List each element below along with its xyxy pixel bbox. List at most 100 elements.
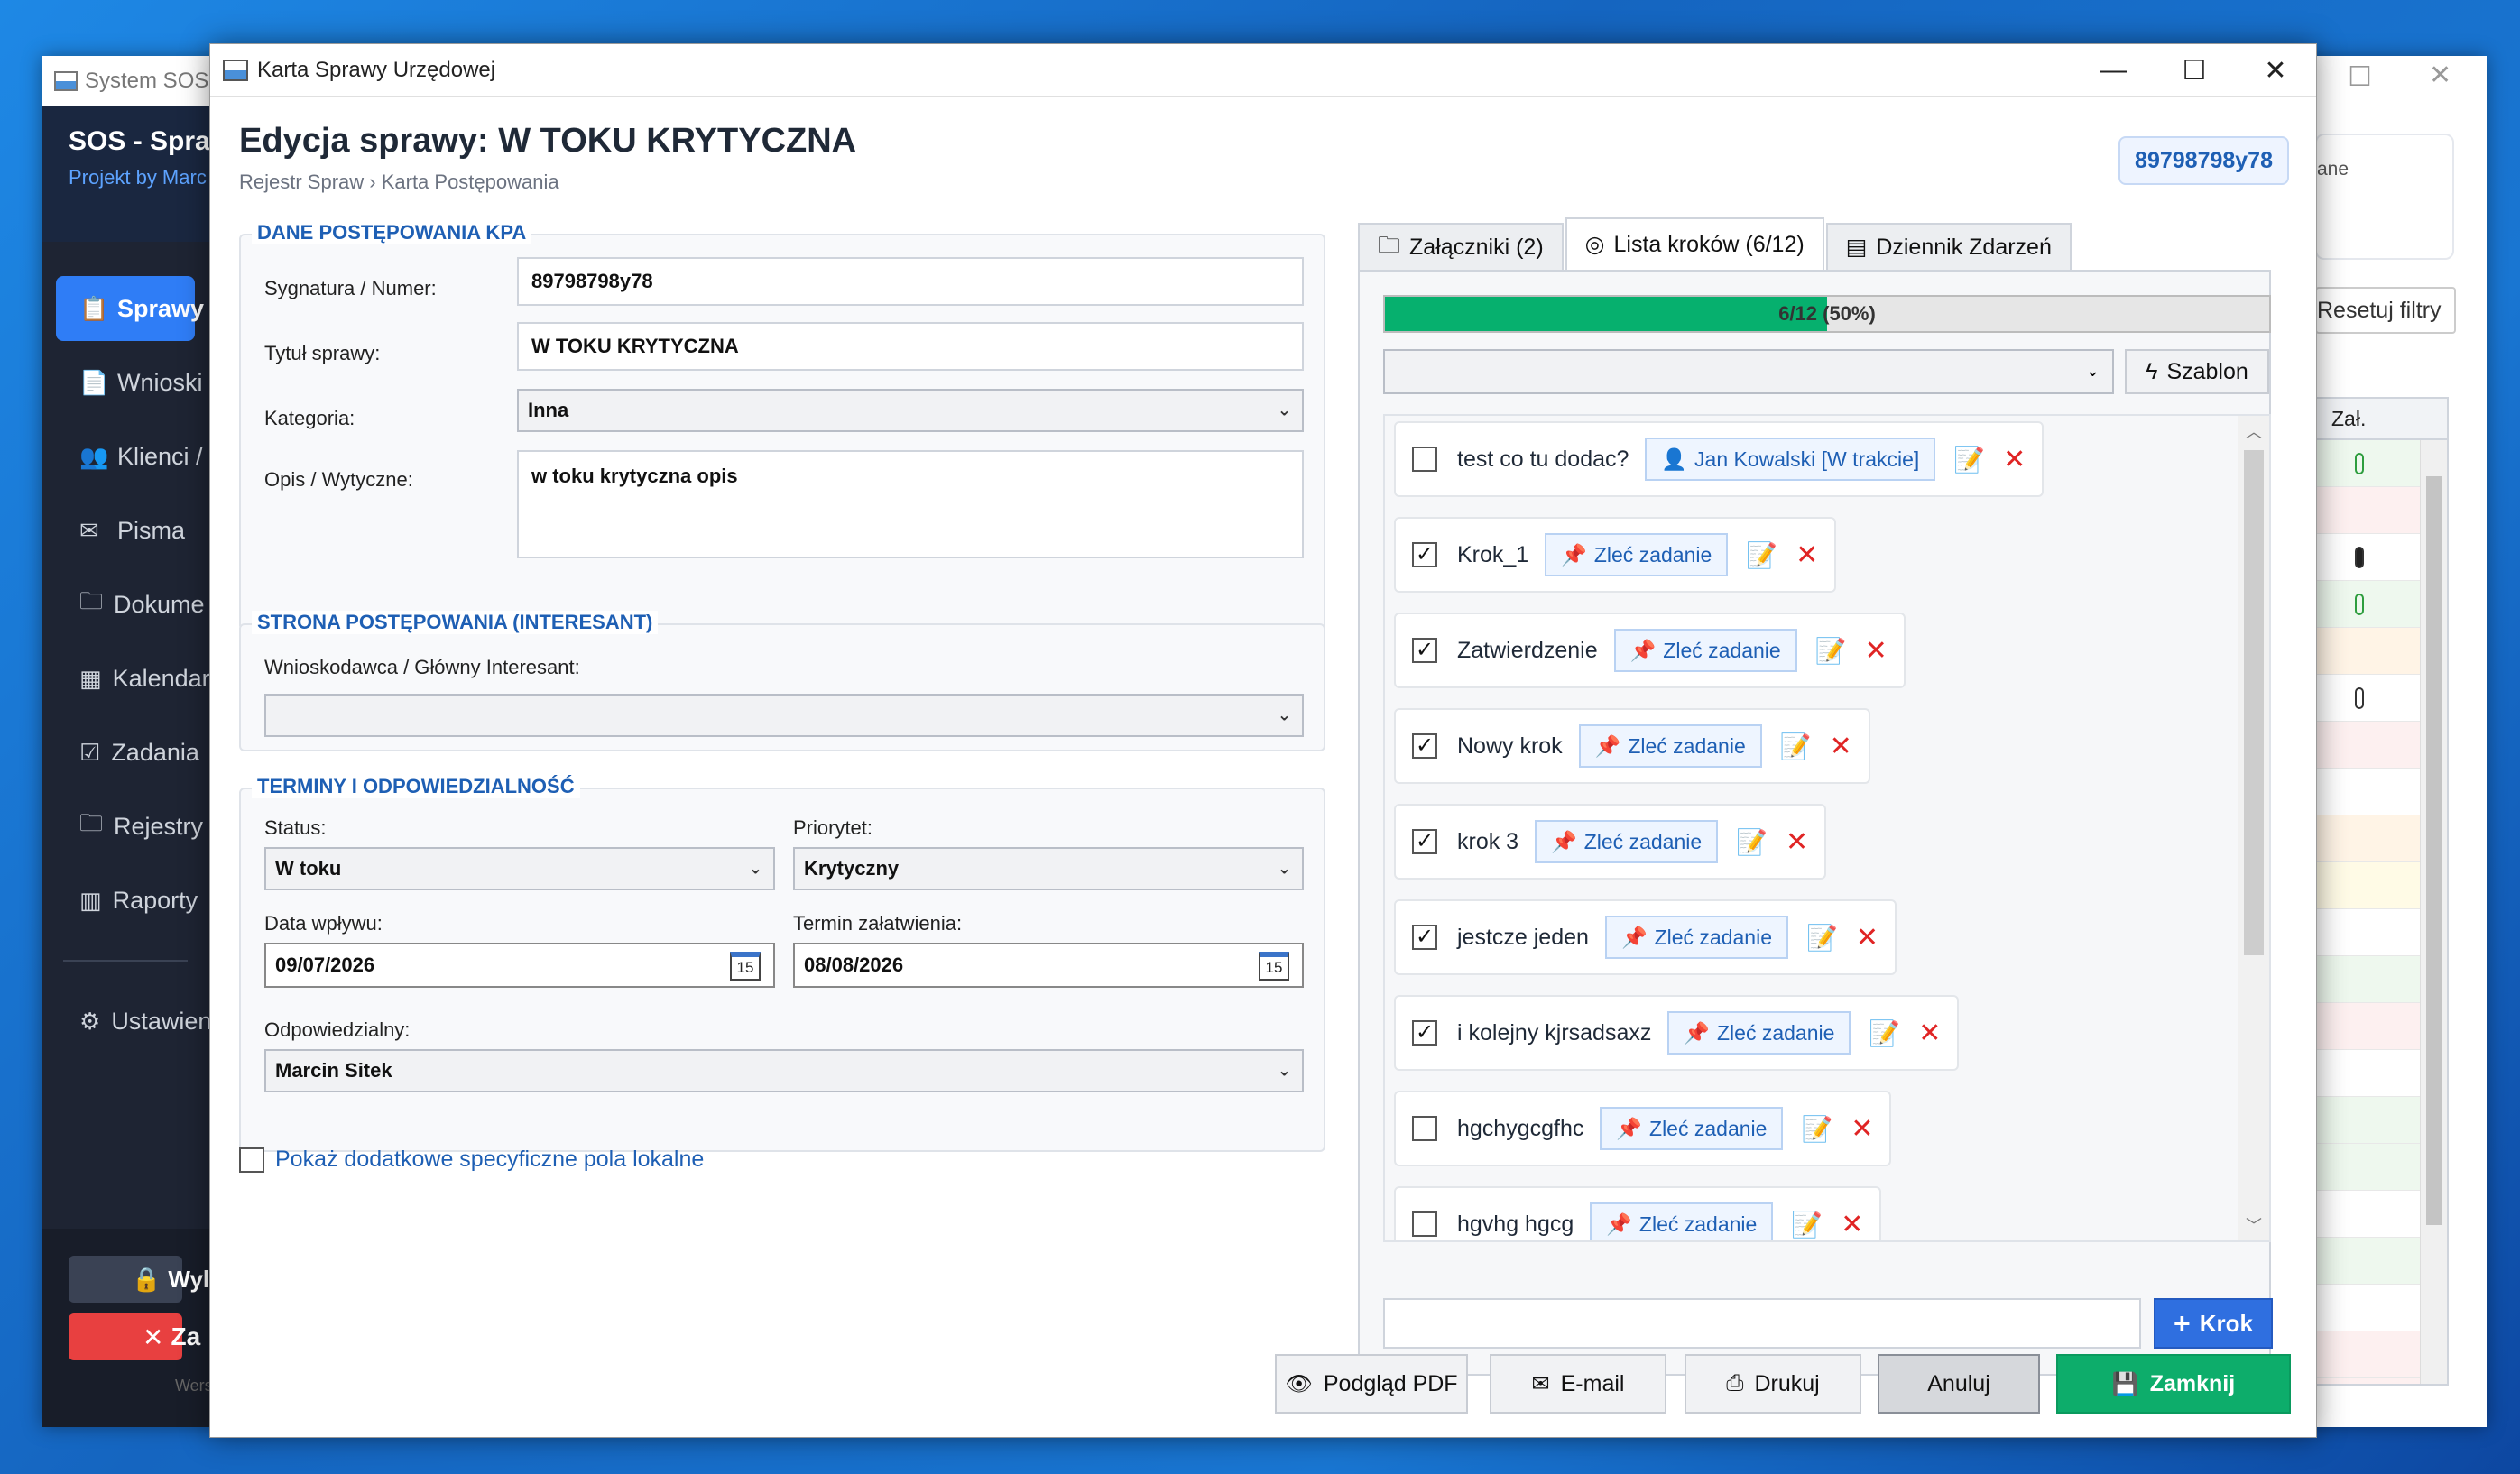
background-table-scrollbar[interactable] [2420, 440, 2447, 1384]
sidebar-item-kalendarz[interactable]: ▦ Kalendar [56, 646, 209, 711]
calendar-icon[interactable]: 15 [1259, 952, 1289, 981]
reset-filters-button[interactable]: Resetuj filtry [2315, 287, 2456, 334]
step-name: jestcze jeden [1457, 924, 1589, 950]
delete-icon[interactable]: ✕ [1795, 539, 1818, 571]
delete-icon[interactable]: ✕ [2003, 444, 2026, 475]
dialog-window-title: Karta Sprawy Urzędowej [257, 57, 496, 82]
pdf-preview-button[interactable]: 👁 Podgląd PDF [1275, 1354, 1468, 1414]
sidebar-item-sprawy[interactable]: 📋 Sprawy [56, 276, 204, 341]
sidebar-item-wnioski[interactable]: 📄 Wnioski [56, 350, 203, 415]
new-step-input[interactable] [1383, 1298, 2141, 1349]
sidebar-item-dokumenty[interactable]: 🗀 Dokume [56, 572, 205, 637]
priorytet-label: Priorytet: [793, 816, 873, 839]
maximize-button[interactable]: ☐ [2154, 44, 2235, 97]
tab-dziennik[interactable]: ▤ Dziennik Zdarzeń [1825, 223, 2072, 270]
step-checkbox[interactable] [1412, 447, 1437, 472]
close-button[interactable]: ✕ [2235, 44, 2316, 97]
background-close-icon[interactable]: ✕ [2429, 60, 2451, 91]
sidebar-item-raporty[interactable]: ▥ Raporty [56, 868, 198, 933]
assign-button[interactable]: 📌 Zleć zadanie [1578, 724, 1762, 768]
steps-list: test co tu dodac? 👤 Jan Kowalski [W trakc… [1383, 414, 2271, 1242]
stat-card-text: ane [2317, 159, 2349, 180]
assign-button[interactable]: 👤 Jan Kowalski [W trakcie] [1645, 438, 1936, 481]
assign-button[interactable]: 📌 Zleć zadanie [1590, 1202, 1774, 1240]
termin-picker[interactable]: 08/08/2026 15 [793, 943, 1304, 988]
tab-zalaczniki[interactable]: 🗀 Załączniki (2) [1358, 223, 1564, 270]
case-dialog: Karta Sprawy Urzędowej — ☐ ✕ Edycja spra… [209, 43, 2317, 1438]
kpa-group: DANE POSTĘPOWANIA KPA Sygnatura / Numer:… [239, 221, 1325, 631]
attachment-icon [2355, 687, 2364, 709]
app-close-button[interactable]: ✕ Za [69, 1313, 200, 1360]
edit-icon[interactable]: 📝 [1953, 445, 1985, 474]
add-step-button[interactable]: + Krok [2154, 1298, 2273, 1349]
extra-fields-toggle[interactable]: Pokaż dodatkowe specyficzne pola lokalne [239, 1147, 704, 1173]
edit-icon[interactable]: 📝 [1869, 1018, 1900, 1048]
step-checkbox[interactable]: ✓ [1412, 733, 1437, 759]
assign-button[interactable]: 📌 Zleć zadanie [1667, 1011, 1851, 1055]
template-select[interactable]: ⌄ [1383, 349, 2114, 394]
edit-icon[interactable]: 📝 [1801, 1114, 1832, 1144]
logout-button[interactable]: 🔒Wylo [69, 1256, 209, 1303]
step-checkbox[interactable]: ✓ [1412, 638, 1437, 663]
delete-icon[interactable]: ✕ [1841, 1209, 1863, 1240]
background-maximize-icon[interactable]: ☐ [2348, 61, 2372, 93]
sygnatura-input[interactable]: 89798798y78 [517, 257, 1304, 306]
calendar-icon: ▦ [79, 664, 102, 692]
tab-lista-krokow[interactable]: ◎ Lista kroków (6/12) [1565, 217, 1824, 270]
steps-progress-bar: 6/12 (50%) [1383, 295, 2271, 333]
chevron-up-icon[interactable]: ︿ [2238, 419, 2269, 443]
cancel-button[interactable]: Anuluj [1878, 1354, 2040, 1414]
priorytet-select[interactable]: Krytyczny ⌄ [793, 847, 1304, 890]
delete-icon[interactable]: ✕ [1786, 826, 1808, 858]
step-checkbox[interactable] [1412, 1116, 1437, 1141]
sidebar-item-rejestry[interactable]: 🗀 Rejestry [56, 794, 203, 859]
minimize-button[interactable]: — [2072, 44, 2154, 97]
save-close-button[interactable]: 💾 Zamknij [2056, 1354, 2291, 1414]
delete-icon[interactable]: ✕ [1918, 1018, 1941, 1049]
sidebar-item-ustawienia[interactable]: ⚙ Ustawien [56, 989, 209, 1054]
assign-button[interactable]: 📌 Zleć zadanie [1604, 916, 1788, 959]
odpowiedzialny-select[interactable]: Marcin Sitek ⌄ [264, 1049, 1304, 1092]
delete-icon[interactable]: ✕ [1830, 731, 1852, 762]
calendar-icon[interactable]: 15 [730, 952, 761, 981]
wnioskodawca-select[interactable]: ⌄ [264, 694, 1304, 737]
tytul-input[interactable]: W TOKU KRYTYCZNA [517, 322, 1304, 371]
delete-icon[interactable]: ✕ [1856, 922, 1878, 953]
scrollbar-thumb[interactable] [2244, 450, 2264, 955]
edit-icon[interactable]: 📝 [1746, 540, 1777, 570]
step-checkbox[interactable]: ✓ [1412, 829, 1437, 854]
assign-button[interactable]: 📌 Zleć zadanie [1613, 629, 1797, 672]
chevron-down-icon[interactable]: ﹀ [2238, 1213, 2269, 1237]
step-checkbox[interactable] [1412, 1211, 1437, 1237]
sidebar-nav: 📋 Sprawy 📄 Wnioski 👥 Klienci / ✉ Pisma 🗀 Doku… [42, 242, 209, 1054]
edit-icon[interactable]: 📝 [1791, 1210, 1823, 1239]
delete-icon[interactable]: ✕ [1865, 635, 1888, 667]
data-wplywu-picker[interactable]: 09/07/2026 15 [264, 943, 775, 988]
delete-icon[interactable]: ✕ [1851, 1113, 1873, 1145]
assign-button[interactable]: 📌 Zleć zadanie [1545, 533, 1729, 576]
status-select[interactable]: W toku ⌄ [264, 847, 775, 890]
assign-label: Zleć zadanie [1593, 542, 1712, 567]
extra-fields-checkbox[interactable] [239, 1147, 264, 1173]
cancel-label: Anuluj [1927, 1370, 1990, 1396]
step-checkbox[interactable]: ✓ [1412, 925, 1437, 950]
sidebar-item-klienci[interactable]: 👥 Klienci / [56, 424, 203, 489]
step-checkbox[interactable]: ✓ [1412, 542, 1437, 567]
print-button[interactable]: ⎙ Drukuj [1685, 1354, 1861, 1414]
edit-icon[interactable]: 📝 [1736, 827, 1768, 857]
edit-icon[interactable]: 📝 [1815, 636, 1847, 666]
email-button[interactable]: ✉ E-mail [1490, 1354, 1666, 1414]
edit-icon[interactable]: 📝 [1806, 923, 1838, 953]
sidebar-item-pisma[interactable]: ✉ Pisma [56, 498, 195, 563]
steps-scrollbar[interactable]: ︿ ﹀ [2238, 416, 2269, 1240]
scrollbar-thumb[interactable] [2426, 476, 2442, 1225]
szablon-button[interactable]: ϟ Szablon [2125, 349, 2269, 394]
opis-textarea[interactable]: w toku krytyczna opis [517, 450, 1304, 558]
sidebar-item-zadania[interactable]: ☑ Zadania [56, 720, 199, 785]
kategoria-select[interactable]: Inna ⌄ [517, 389, 1304, 432]
step-checkbox[interactable]: ✓ [1412, 1020, 1437, 1046]
edit-icon[interactable]: 📝 [1780, 732, 1812, 761]
sidebar-divider [63, 960, 188, 962]
assign-button[interactable]: 📌 Zleć zadanie [1600, 1107, 1784, 1150]
assign-button[interactable]: 📌 Zleć zadanie [1535, 820, 1719, 863]
